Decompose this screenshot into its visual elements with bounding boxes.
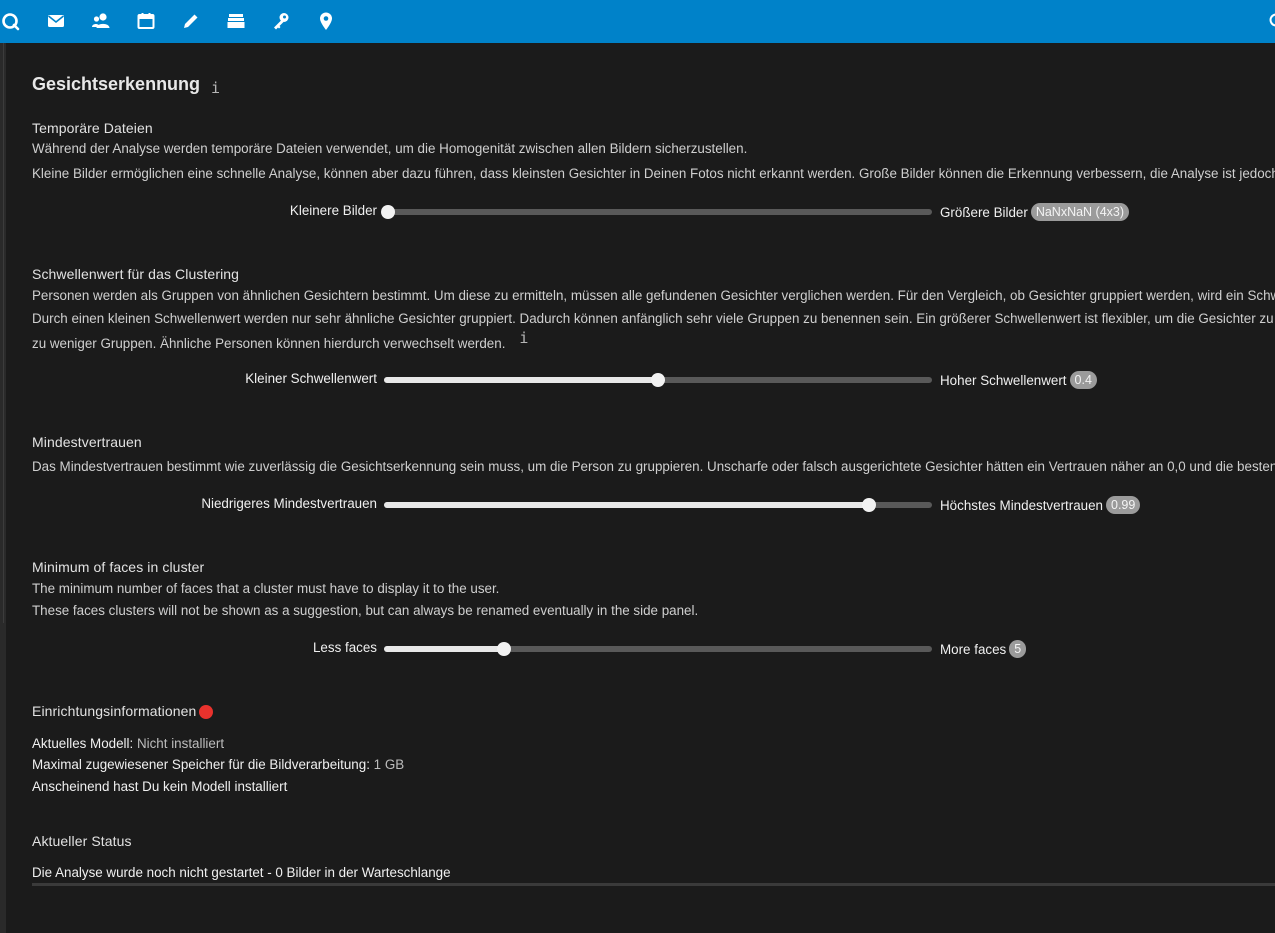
files-icon[interactable]	[225, 10, 247, 32]
no-model-note: Anscheinend hast Du kein Modell installi…	[32, 779, 288, 794]
threshold-value-badge: 0.4	[1069, 371, 1097, 389]
min-faces-value-badge: 5	[1009, 640, 1027, 658]
top-navigation-bar	[0, 0, 1275, 43]
temp-files-slider-min-label: Kleinere Bilder	[289, 203, 377, 218]
temp-files-desc-2: Kleine Bilder ermöglichen eine schnelle …	[32, 166, 1275, 181]
status-text: Die Analyse wurde noch nicht gestartet -…	[32, 865, 451, 880]
status-progress-bar	[32, 883, 1275, 886]
temp-files-desc-1: Während der Analyse werden temporäre Dat…	[32, 141, 748, 156]
min-faces-desc-2: These faces clusters will not be shown a…	[32, 603, 699, 618]
mail-icon[interactable]	[45, 10, 67, 32]
confidence-slider-min-label: Niedrigeres Mindestvertrauen	[201, 496, 377, 511]
temp-files-title: Temporäre Dateien	[32, 120, 153, 136]
confidence-slider-fill	[384, 502, 869, 508]
temp-files-slider-max-label: Größere Bilder NaNxNaN (4x3)	[940, 203, 1130, 221]
setup-status-dot	[199, 705, 214, 719]
status-title: Aktueller Status	[32, 833, 132, 849]
min-faces-slider-min-label: Less faces	[312, 640, 377, 655]
threshold-title: Schwellenwert für das Clustering	[32, 266, 240, 282]
search-icon[interactable]	[1266, 10, 1275, 32]
threshold-slider-max-label: Hoher Schwellenwert 0.4	[940, 371, 1097, 389]
confidence-desc-1: Das Mindestvertrauen bestimmt wie zuverl…	[32, 459, 1275, 474]
threshold-desc-2: Durch einen kleinen Schwellenwert werden…	[32, 311, 1275, 326]
dashboard-icon[interactable]	[0, 10, 22, 32]
calendar-icon[interactable]	[135, 10, 157, 32]
memory-row: Maximal zugewiesener Speicher für die Bi…	[32, 757, 405, 772]
threshold-desc-3: zu weniger Gruppen. Ähnliche Personen kö…	[32, 329, 529, 351]
min-faces-slider[interactable]	[384, 642, 932, 656]
contacts-icon[interactable]	[90, 10, 112, 32]
page-title: Gesichtserkennung	[32, 74, 201, 94]
threshold-info-icon[interactable]: i	[519, 329, 528, 347]
confidence-slider-thumb[interactable]	[861, 498, 876, 512]
setup-title: Einrichtungsinformationen	[32, 703, 214, 719]
threshold-slider-min-label: Kleiner Schwellenwert	[245, 371, 377, 386]
temp-files-slider-thumb[interactable]	[381, 205, 395, 219]
min-faces-desc-1: The minimum number of faces that a clust…	[32, 581, 500, 596]
current-model-row: Aktuelles Modell: Nicht installiert	[32, 736, 225, 751]
notes-icon[interactable]	[180, 10, 202, 32]
threshold-desc-1: Personen werden als Gruppen von ähnliche…	[32, 288, 1275, 303]
settings-content: Gesichtserkennung i Temporäre Dateien Wä…	[6, 43, 1275, 933]
threshold-slider-thumb[interactable]	[651, 373, 665, 387]
confidence-slider[interactable]	[384, 498, 932, 512]
temp-files-value-badge: NaNxNaN (4x3)	[1030, 203, 1130, 221]
passwords-icon[interactable]	[270, 10, 292, 32]
maps-icon[interactable]	[315, 10, 337, 32]
min-faces-slider-max-label: More faces 5	[940, 640, 1027, 658]
min-faces-title: Minimum of faces in cluster	[32, 559, 205, 575]
threshold-slider[interactable]	[384, 373, 932, 387]
threshold-slider-fill	[384, 377, 658, 383]
confidence-slider-max-label: Höchstes Mindestvertrauen 0.99	[940, 496, 1141, 514]
confidence-value-badge: 0.99	[1106, 496, 1141, 514]
min-faces-slider-fill	[384, 646, 505, 652]
temp-files-slider[interactable]	[381, 205, 932, 219]
confidence-title: Mindestvertrauen	[32, 434, 142, 450]
info-icon[interactable]: i	[211, 79, 220, 97]
min-faces-slider-thumb[interactable]	[497, 642, 512, 656]
